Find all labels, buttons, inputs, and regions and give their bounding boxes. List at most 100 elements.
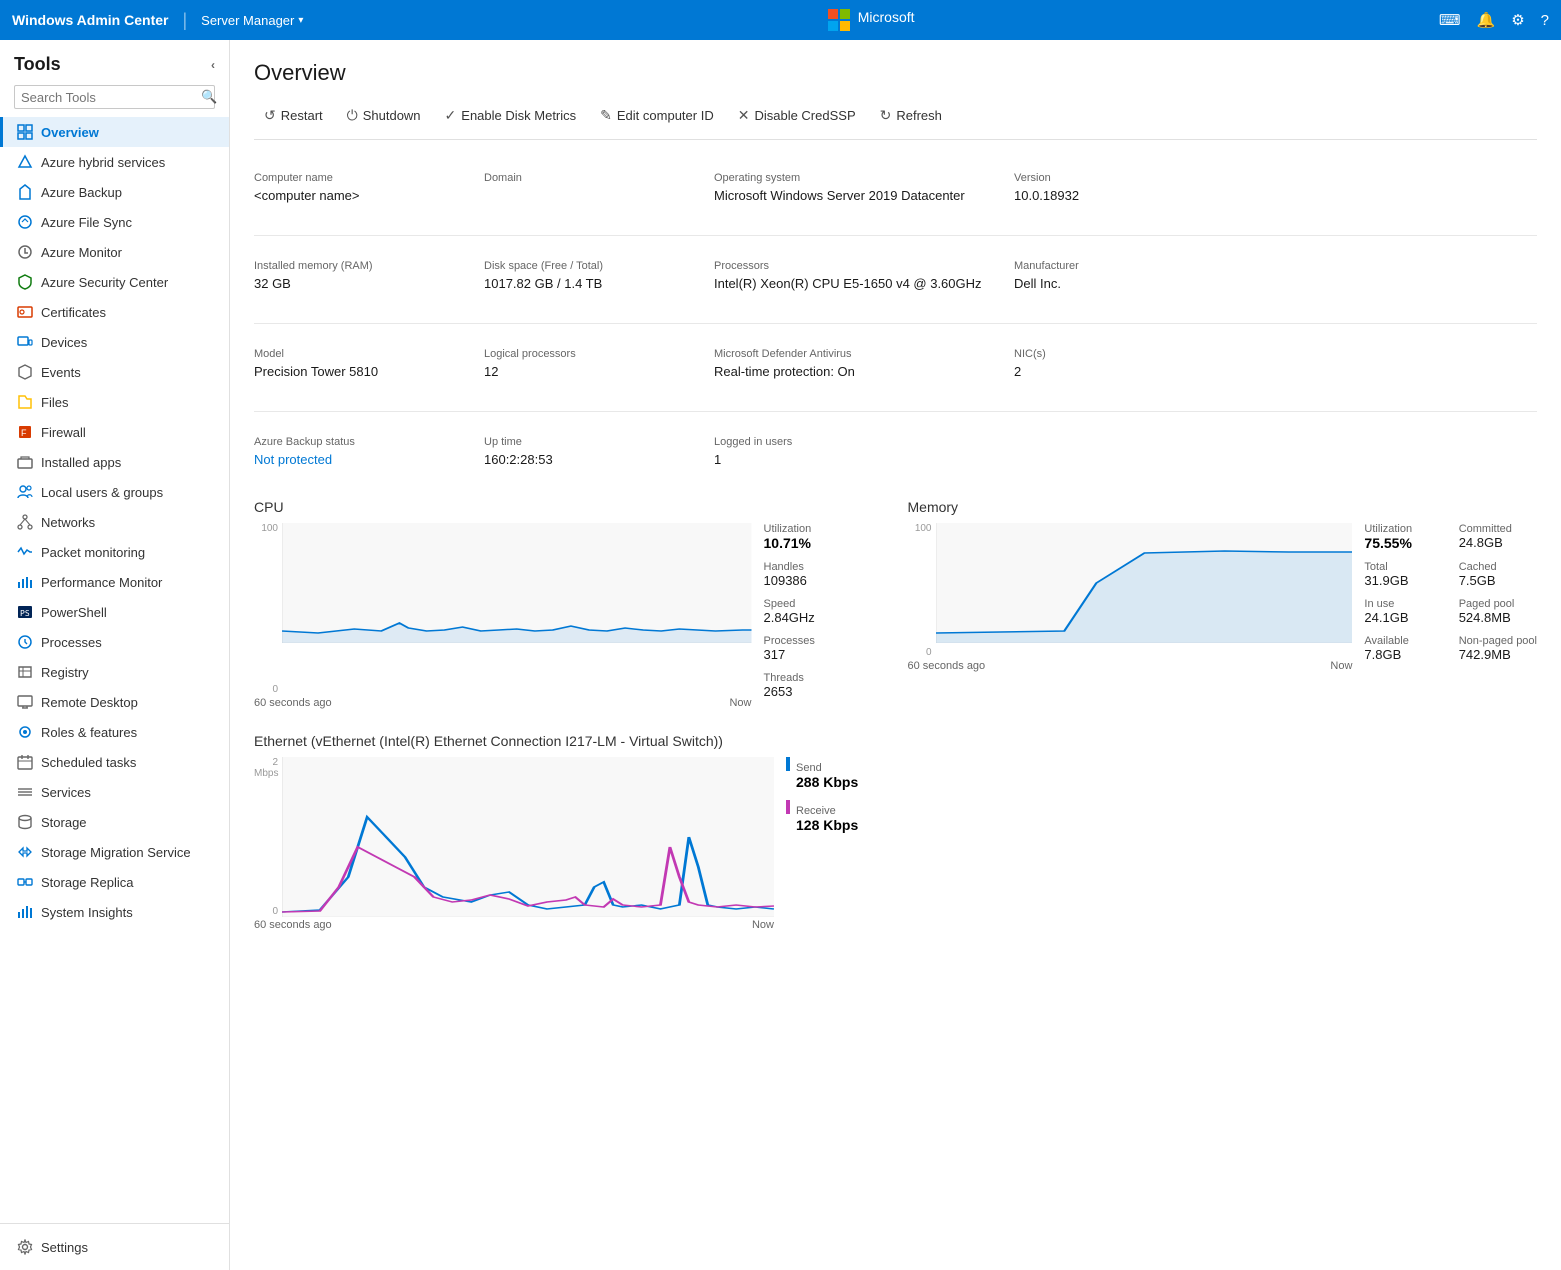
- sidebar-item-remote-desktop[interactable]: Remote Desktop: [0, 687, 229, 717]
- sidebar-item-processes[interactable]: Processes: [0, 627, 229, 657]
- azure-security-icon: [17, 274, 33, 290]
- network-chart-svg: [282, 757, 774, 917]
- restart-label: Restart: [281, 108, 323, 123]
- sidebar-item-events[interactable]: Events: [0, 357, 229, 387]
- sidebar-item-azure-filesync[interactable]: Azure File Sync: [0, 207, 229, 237]
- mem-cached: Cached 7.5GB: [1459, 561, 1537, 588]
- cpu-stats: Utilization 10.71% Handles 109386 Speed …: [764, 523, 884, 709]
- memory-chart-area: 100 0: [908, 523, 1353, 672]
- sidebar-item-packet-monitoring[interactable]: Packet monitoring: [0, 537, 229, 567]
- refresh-button[interactable]: ↻ Refresh: [870, 102, 952, 129]
- mem-committed: Committed 24.8GB: [1459, 523, 1537, 551]
- cpu-title: CPU: [254, 499, 884, 515]
- sidebar-item-settings[interactable]: Settings: [0, 1232, 229, 1262]
- sidebar-item-overview[interactable]: Overview: [0, 117, 229, 147]
- topbar-center: Microsoft: [828, 9, 915, 31]
- cpu-chart-container: 100 0: [254, 523, 884, 709]
- mem-in-use: In use 24.1GB: [1364, 598, 1442, 625]
- sidebar-item-label: Azure Security Center: [41, 275, 168, 290]
- info-ram: Installed memory (RAM) 32 GB: [254, 248, 484, 303]
- sidebar-item-firewall[interactable]: F Firewall: [0, 417, 229, 447]
- sidebar-item-installed-apps[interactable]: Installed apps: [0, 447, 229, 477]
- memory-title: Memory: [908, 499, 1538, 515]
- microsoft-logo: Microsoft: [828, 9, 915, 31]
- devices-icon: [17, 334, 33, 350]
- info-domain: Domain: [484, 160, 714, 215]
- sidebar-nav: Overview Azure hybrid services Azure Bac…: [0, 117, 229, 1223]
- cpu-y-labels: 100 0: [254, 523, 282, 695]
- sidebar-item-azure-monitor[interactable]: Azure Monitor: [0, 237, 229, 267]
- sidebar-item-scheduled-tasks[interactable]: Scheduled tasks: [0, 747, 229, 777]
- bell-icon[interactable]: 🔔: [1477, 11, 1496, 29]
- performance-monitor-icon: [17, 574, 33, 590]
- sidebar-item-label: Networks: [41, 515, 95, 530]
- shutdown-button[interactable]: ⏻ Shutdown: [337, 102, 431, 129]
- sidebar-footer-label: Settings: [41, 1240, 88, 1255]
- search-input[interactable]: [21, 90, 197, 105]
- system-insights-icon: [17, 904, 33, 920]
- sidebar-item-label: Scheduled tasks: [41, 755, 136, 770]
- sidebar-item-label: System Insights: [41, 905, 133, 920]
- edit-computer-id-button[interactable]: ✎ Edit computer ID: [590, 102, 724, 129]
- sidebar-item-azure-backup[interactable]: Azure Backup: [0, 177, 229, 207]
- sidebar-item-files[interactable]: Files: [0, 387, 229, 417]
- sidebar-item-label: Azure File Sync: [41, 215, 132, 230]
- info-section: Computer name <computer name> Domain Ope…: [254, 160, 1537, 479]
- sidebar-item-label: Files: [41, 395, 68, 410]
- network-receive: Receive 128 Kbps: [786, 800, 906, 833]
- network-chart-inner: 2 Mbps 0: [254, 757, 774, 917]
- network-time-labels: 60 seconds ago Now: [254, 919, 774, 931]
- sidebar-item-label: Overview: [41, 125, 99, 140]
- info-model: Model Precision Tower 5810: [254, 336, 484, 391]
- sidebar-item-label: Remote Desktop: [41, 695, 138, 710]
- ms-logo-yellow: [840, 21, 850, 31]
- cpu-section: CPU 100 0: [254, 499, 884, 709]
- search-box[interactable]: 🔍: [14, 85, 215, 109]
- sidebar-item-label: Azure Monitor: [41, 245, 122, 260]
- disable-credssp-label: Disable CredSSP: [754, 108, 855, 123]
- sidebar-item-storage[interactable]: Storage: [0, 807, 229, 837]
- sidebar-item-services[interactable]: Services: [0, 777, 229, 807]
- disable-credssp-button[interactable]: ✕ Disable CredSSP: [728, 102, 866, 129]
- sidebar-item-storage-replica[interactable]: Storage Replica: [0, 867, 229, 897]
- info-version: Version 10.0.18932: [1014, 160, 1194, 215]
- sidebar-item-devices[interactable]: Devices: [0, 327, 229, 357]
- settings-icon[interactable]: ⚙: [1511, 11, 1524, 29]
- sidebar-item-roles-features[interactable]: Roles & features: [0, 717, 229, 747]
- page-title: Overview: [254, 60, 1537, 86]
- sidebar-item-registry[interactable]: Registry: [0, 657, 229, 687]
- sidebar-item-system-insights[interactable]: System Insights: [0, 897, 229, 927]
- backup-status-link[interactable]: Not protected: [254, 452, 468, 467]
- sidebar-collapse-icon[interactable]: ‹: [211, 58, 215, 72]
- sidebar-item-azure-hybrid[interactable]: Azure hybrid services: [0, 147, 229, 177]
- enable-disk-metrics-button[interactable]: ✓ Enable Disk Metrics: [435, 102, 587, 129]
- info-row-3: Model Precision Tower 5810 Logical proce…: [254, 336, 1537, 391]
- topbar: Windows Admin Center | Server Manager ▾ …: [0, 0, 1561, 40]
- ms-logo-red: [828, 9, 838, 19]
- sidebar-item-performance-monitor[interactable]: Performance Monitor: [0, 567, 229, 597]
- networks-icon: [17, 514, 33, 530]
- main-content: Overview ↺ Restart ⏻ Shutdown ✓ Enable D…: [230, 40, 1561, 1270]
- remote-desktop-icon: [17, 694, 33, 710]
- shutdown-icon: ⏻: [347, 107, 358, 124]
- memory-chart-svg: [936, 523, 1353, 643]
- edit-computer-label: Edit computer ID: [617, 108, 714, 123]
- sidebar-item-storage-migration[interactable]: Storage Migration Service: [0, 837, 229, 867]
- sidebar-item-powershell[interactable]: PS PowerShell: [0, 597, 229, 627]
- sidebar-item-azure-security[interactable]: Azure Security Center: [0, 267, 229, 297]
- network-chart-container: 2 Mbps 0: [254, 757, 1537, 931]
- restart-button[interactable]: ↺ Restart: [254, 102, 333, 129]
- cpu-chart-area: 100 0: [254, 523, 752, 709]
- sidebar-item-networks[interactable]: Networks: [0, 507, 229, 537]
- terminal-icon[interactable]: ⌨: [1439, 11, 1461, 29]
- sidebar-item-certificates[interactable]: Certificates: [0, 297, 229, 327]
- sidebar-item-label: Packet monitoring: [41, 545, 145, 560]
- server-manager-dropdown[interactable]: Server Manager ▾: [201, 13, 303, 28]
- sidebar-title-row: Tools ‹: [14, 54, 215, 75]
- sidebar-header: Tools ‹ 🔍: [0, 40, 229, 117]
- sidebar-item-local-users[interactable]: Local users & groups: [0, 477, 229, 507]
- network-chart-area: 2 Mbps 0: [254, 757, 774, 931]
- sidebar-item-label: Azure hybrid services: [41, 155, 165, 170]
- cpu-utilization: Utilization 10.71%: [764, 523, 884, 551]
- help-icon[interactable]: ?: [1541, 12, 1549, 29]
